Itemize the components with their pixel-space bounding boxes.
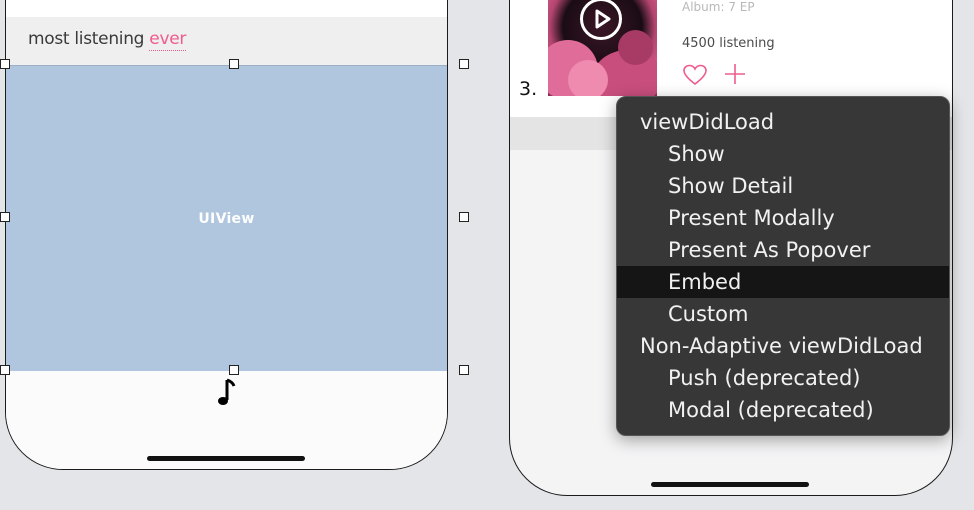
- listening-count: 4500 listening: [682, 36, 775, 51]
- album-line: Album: 7 EP: [682, 0, 755, 14]
- resize-handle-middle-right[interactable]: [459, 212, 469, 222]
- menu-item-modal-deprecated[interactable]: Modal (deprecated): [617, 394, 949, 426]
- resize-handle-middle-left[interactable]: [0, 212, 10, 222]
- menu-item-push-deprecated[interactable]: Push (deprecated): [617, 362, 949, 394]
- plus-icon[interactable]: [724, 63, 746, 85]
- heading-accent-text: ever: [149, 29, 187, 51]
- album-artwork[interactable]: [548, 0, 657, 96]
- top-content-area: [6, 0, 447, 17]
- menu-item-embed[interactable]: Embed: [617, 266, 949, 298]
- artwork-blossom: [568, 60, 608, 96]
- play-icon[interactable]: [580, 0, 622, 40]
- resize-handle-bottom-right[interactable]: [459, 365, 469, 375]
- rank-label: 3.: [519, 78, 538, 100]
- menu-item-custom[interactable]: Custom: [617, 298, 949, 330]
- menu-item-present-modally[interactable]: Present Modally: [617, 202, 949, 234]
- segue-context-menu: viewDidLoad Show Show Detail Present Mod…: [616, 96, 950, 436]
- section-heading: most listening ever: [28, 29, 187, 51]
- resize-handle-top-center[interactable]: [229, 59, 239, 69]
- menu-section-viewdidload: viewDidLoad: [640, 110, 775, 134]
- resize-handle-bottom-center[interactable]: [229, 365, 239, 375]
- resize-handle-bottom-left[interactable]: [0, 365, 10, 375]
- menu-section-non-adaptive: Non-Adaptive viewDidLoad: [640, 334, 923, 358]
- resize-handle-top-right[interactable]: [459, 59, 469, 69]
- resize-handle-top-left[interactable]: [0, 59, 10, 69]
- heart-icon[interactable]: [683, 64, 707, 86]
- artwork-blossom: [618, 30, 653, 65]
- menu-item-show[interactable]: Show: [617, 138, 949, 170]
- heading-text: most listening: [28, 29, 145, 49]
- menu-item-present-as-popover[interactable]: Present As Popover: [617, 234, 949, 266]
- music-note-icon[interactable]: [214, 377, 236, 409]
- home-indicator: [147, 456, 305, 461]
- home-indicator: [651, 482, 809, 487]
- uiview-placeholder[interactable]: UIView: [6, 65, 447, 373]
- menu-item-show-detail[interactable]: Show Detail: [617, 170, 949, 202]
- uiview-label: UIView: [198, 211, 255, 227]
